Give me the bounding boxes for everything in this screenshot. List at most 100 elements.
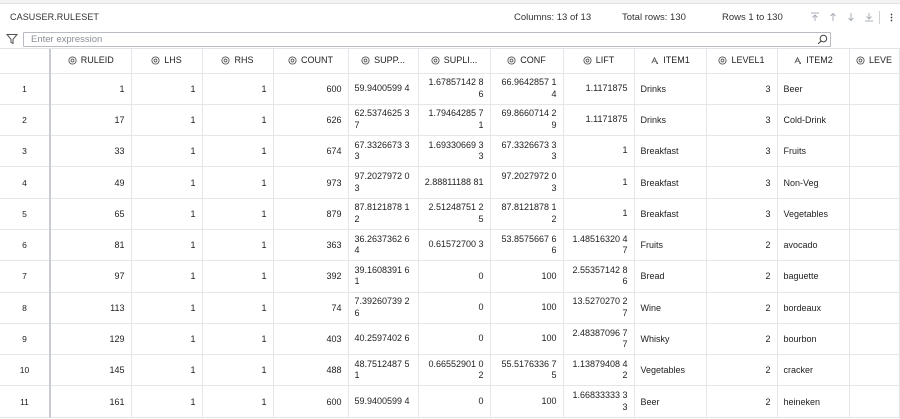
cell-level1: 3 bbox=[706, 135, 778, 168]
columns-info[interactable]: Columns: 13 of 13 bbox=[514, 4, 591, 30]
search-icon[interactable] bbox=[817, 34, 828, 45]
table-row[interactable]: 3 33 1 1 674 67.3326673 33 1.69330669 33 67.332… bbox=[0, 135, 900, 168]
cell-level2 bbox=[849, 292, 900, 324]
cell-supli: 0.61572700 3 bbox=[418, 229, 491, 262]
cell-item2: Cold-Drink bbox=[777, 104, 850, 137]
cell-lift: 1 bbox=[563, 135, 635, 168]
column-header-label: LIFT bbox=[595, 55, 615, 65]
character-column-icon bbox=[650, 56, 659, 65]
cell-ruleid: 129 bbox=[50, 323, 132, 356]
table-row[interactable]: 10 145 1 1 488 48.7512487 51 0.66552901 02 55.5… bbox=[0, 354, 900, 387]
cell-supp: 62.5374625 37 bbox=[348, 104, 419, 137]
cell-lhs: 1 bbox=[131, 292, 203, 324]
column-header-7[interactable]: LIFT bbox=[563, 49, 635, 74]
column-header-label: LEVE bbox=[868, 55, 892, 65]
cell-rhs: 1 bbox=[202, 229, 274, 262]
numeric-column-icon bbox=[288, 55, 297, 65]
cell-supli: 1.69330669 33 bbox=[418, 135, 491, 168]
column-header-2[interactable]: RHS bbox=[202, 49, 274, 74]
cell-rhs: 1 bbox=[202, 166, 274, 199]
cell-supp: 87.8121878 12 bbox=[348, 198, 419, 230]
table-row[interactable]: 5 65 1 1 879 87.8121878 12 2.51248751 25 87.812… bbox=[0, 198, 900, 230]
cell-lift: 2.48387096 77 bbox=[563, 323, 635, 356]
column-header-9[interactable]: LEVEL1 bbox=[706, 49, 778, 74]
cell-lift: 1.1171875 bbox=[563, 73, 635, 105]
cell-level1: 2 bbox=[706, 229, 778, 262]
cell-ruleid: 33 bbox=[50, 135, 132, 168]
cell-item1: Beer bbox=[634, 385, 707, 418]
column-header-11[interactable]: LEVE bbox=[849, 49, 900, 74]
column-header-6[interactable]: CONF bbox=[490, 49, 564, 74]
next-page-icon[interactable] bbox=[842, 10, 860, 24]
cell-supli: 0.66552901 02 bbox=[418, 354, 491, 387]
expression-input[interactable] bbox=[23, 32, 831, 47]
column-header-label: COUNT bbox=[301, 55, 333, 65]
column-header-10[interactable]: ITEM2 bbox=[777, 49, 850, 74]
cell-count: 600 bbox=[273, 73, 349, 105]
table-title: CASUSER.RULESET bbox=[10, 12, 100, 22]
cell-rhs: 1 bbox=[202, 354, 274, 387]
column-header-3[interactable]: COUNT bbox=[273, 49, 349, 74]
cell-level1: 2 bbox=[706, 323, 778, 356]
filter-icon[interactable] bbox=[6, 33, 18, 45]
cell-ruleid: 49 bbox=[50, 166, 132, 199]
column-header-5[interactable]: SUPLI... bbox=[418, 49, 491, 74]
cell-lift: 1.1171875 bbox=[563, 104, 635, 137]
table-row[interactable]: 9 129 1 1 403 40.2597402 6 0 100 2.48387096 77 Wh… bbox=[0, 323, 900, 356]
column-header-0[interactable]: RULEID bbox=[50, 49, 132, 74]
more-options-icon[interactable] bbox=[886, 10, 896, 24]
last-page-icon[interactable] bbox=[860, 10, 878, 24]
cell-supli: 0 bbox=[418, 292, 491, 324]
numeric-column-icon bbox=[221, 55, 231, 65]
cell-count: 879 bbox=[273, 198, 349, 230]
table-row[interactable]: 4 49 1 1 973 97.2027972 03 2.88811188 81 97.202… bbox=[0, 166, 900, 199]
cell-level2 bbox=[849, 198, 900, 230]
table-row[interactable]: 1 1 1 1 600 59.9400599 4 1.67857142 86 66.96428… bbox=[0, 73, 900, 105]
cell-level2 bbox=[849, 166, 900, 199]
cell-lhs: 1 bbox=[131, 385, 203, 418]
data-grid: RULEID LHS RHS COUNT SUPP... SUPLI... CONF LIFT… bbox=[0, 48, 900, 419]
cell-lhs: 1 bbox=[131, 354, 203, 387]
cell-level1: 2 bbox=[706, 385, 778, 418]
cell-item2: cracker bbox=[777, 354, 850, 387]
rows-range-info: Rows 1 to 130 bbox=[722, 11, 783, 23]
numeric-column-icon bbox=[856, 55, 865, 65]
cell-lift: 1.13879408 42 bbox=[563, 354, 635, 387]
numeric-column-icon bbox=[68, 55, 77, 65]
column-header-label: RHS bbox=[234, 55, 254, 65]
cell-item2: Non-Veg bbox=[777, 166, 850, 199]
column-header-label: SUPP... bbox=[374, 55, 405, 65]
cell-supli: 1.67857142 86 bbox=[418, 73, 491, 105]
row-number: 2 bbox=[0, 104, 51, 137]
first-page-icon[interactable] bbox=[806, 10, 824, 24]
cell-lift: 1 bbox=[563, 198, 635, 230]
table-header-bar: CASUSER.RULESET Columns: 13 of 13 Total … bbox=[0, 4, 900, 30]
row-number: 1 bbox=[0, 73, 51, 105]
cell-level1: 3 bbox=[706, 73, 778, 105]
cell-conf: 97.2027972 03 bbox=[490, 166, 564, 199]
cell-level1: 2 bbox=[706, 292, 778, 324]
header-row: RULEID LHS RHS COUNT SUPP... SUPLI... CONF LIFT… bbox=[0, 49, 900, 74]
table-row[interactable]: 6 81 1 1 363 36.2637362 64 0.61572700 3 53.8575… bbox=[0, 229, 900, 262]
previous-page-icon[interactable] bbox=[824, 10, 842, 24]
row-number: 6 bbox=[0, 229, 51, 262]
cell-ruleid: 97 bbox=[50, 260, 132, 293]
cell-count: 74 bbox=[273, 292, 349, 324]
table-row[interactable]: 2 17 1 1 626 62.5374625 37 1.79464285 71 69.866… bbox=[0, 104, 900, 137]
table-row[interactable]: 7 97 1 1 392 39.1608391 61 0 100 2.55357142 86 Br… bbox=[0, 260, 900, 293]
row-number: 5 bbox=[0, 198, 51, 230]
cell-ruleid: 1 bbox=[50, 73, 132, 105]
cell-count: 392 bbox=[273, 260, 349, 293]
column-header-8[interactable]: ITEM1 bbox=[634, 49, 707, 74]
cell-item2: bordeaux bbox=[777, 292, 850, 324]
cell-level2 bbox=[849, 73, 900, 105]
column-header-1[interactable]: LHS bbox=[131, 49, 203, 74]
cell-supli: 0 bbox=[418, 323, 491, 356]
cell-item2: bourbon bbox=[777, 323, 850, 356]
column-header-4[interactable]: SUPP... bbox=[348, 49, 419, 74]
table-row[interactable]: 8 113 1 1 74 7.39260739 26 0 100 13.5270270 27 Wi… bbox=[0, 292, 900, 324]
cell-count: 488 bbox=[273, 354, 349, 387]
table-row[interactable]: 11 161 1 1 600 59.9400599 4 0 100 1.66833333 33 B… bbox=[0, 385, 900, 418]
cell-count: 626 bbox=[273, 104, 349, 137]
cell-ruleid: 145 bbox=[50, 354, 132, 387]
